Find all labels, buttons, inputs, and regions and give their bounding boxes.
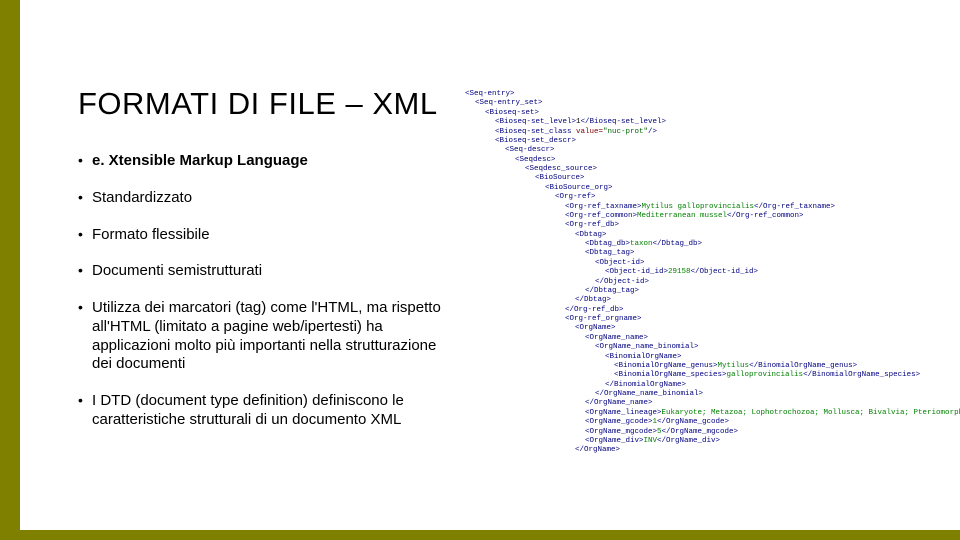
bullet-text: Utilizza dei marcatori (tag) come l'HTML… [92,299,453,374]
xml-line: <OrgName_mgcode>5</OrgName_mgcode> [465,428,945,437]
xml-line: <Bioseq-set_level>1</Bioseq-set_level> [465,118,945,127]
xml-code-block: <Seq-entry><Seq-entry_set><Bioseq-set><B… [465,90,945,456]
xml-line: </BinomialOrgName> [465,381,945,390]
xml-line: <OrgName_name> [465,334,945,343]
xml-line: <Org-ref_taxname>Mytilus galloprovincial… [465,203,945,212]
bullet-dot: • [78,262,92,281]
xml-line: <BioSource_org> [465,184,945,193]
xml-line: <Object-id> [465,259,945,268]
bullet-dot: • [78,189,92,208]
bullet-dot: • [78,392,92,430]
bullet-item: •I DTD (document type definition) defini… [78,392,453,430]
slide: FORMATI DI FILE – XML •e. Xtensible Mark… [0,0,960,540]
xml-line: <OrgName_gcode>1</OrgName_gcode> [465,418,945,427]
xml-line: <Seq-entry_set> [465,99,945,108]
xml-line: </OrgName_name_binomial> [465,390,945,399]
xml-line: <BinomialOrgName_genus>Mytilus</Binomial… [465,362,945,371]
xml-line: </Dbtag> [465,296,945,305]
bottom-accent-bar [0,530,960,540]
bullet-list: •e. Xtensible Markup Language •Standardi… [78,152,453,448]
xml-line: <Org-ref_common>Mediterranean mussel</Or… [465,212,945,221]
bullet-text: e. Xtensible Markup Language [92,152,453,171]
xml-line: <Seq-entry> [465,90,945,99]
xml-line: <Org-ref> [465,193,945,202]
xml-line: <OrgName_lineage>Eukaryote; Metazoa; Lop… [465,409,945,418]
xml-line: <BioSource> [465,174,945,183]
xml-line: <OrgName_div>INV</OrgName_div> [465,437,945,446]
xml-line: <Org-ref_orgname> [465,315,945,324]
xml-line: </OrgName> [465,446,945,455]
xml-line: </OrgName_name> [465,399,945,408]
bullet-item: •Documenti semistrutturati [78,262,453,281]
xml-line: <Dbtag_tag> [465,249,945,258]
xml-line: <OrgName> [465,324,945,333]
bullet-item: •Utilizza dei marcatori (tag) come l'HTM… [78,299,453,374]
xml-line: <Seqdesc_source> [465,165,945,174]
xml-line: </Dbtag_tag> [465,287,945,296]
left-accent-bar [0,0,20,540]
bullet-dot: • [78,152,92,171]
xml-line: <OrgName_name_binomial> [465,343,945,352]
bullet-item: •e. Xtensible Markup Language [78,152,453,171]
bullet-item: •Formato flessibile [78,226,453,245]
xml-line: <BinomialOrgName> [465,353,945,362]
xml-line: <Seqdesc> [465,156,945,165]
xml-line: <Bioseq-set_class value="nuc-prot"/> [465,128,945,137]
slide-title: FORMATI DI FILE – XML [78,86,438,122]
xml-line: <Dbtag> [465,231,945,240]
bullet-text: Documenti semistrutturati [92,262,453,281]
xml-line: <Bioseq-set> [465,109,945,118]
bullet-text: Standardizzato [92,189,453,208]
xml-line: <Dbtag_db>taxon</Dbtag_db> [465,240,945,249]
xml-line: <BinomialOrgName_species>galloprovincial… [465,371,945,380]
bullet-text: Formato flessibile [92,226,453,245]
bullet-text: I DTD (document type definition) definis… [92,392,453,430]
xml-line: <Bioseq-set_descr> [465,137,945,146]
bullet-dot: • [78,226,92,245]
bullet-item: •Standardizzato [78,189,453,208]
xml-line: <Object-id_id>29158</Object-id_id> [465,268,945,277]
xml-line: </Object-id> [465,278,945,287]
bullet-dot: • [78,299,92,374]
xml-line: <Org-ref_db> [465,221,945,230]
xml-line: <Seq-descr> [465,146,945,155]
xml-line: </Org-ref_db> [465,306,945,315]
